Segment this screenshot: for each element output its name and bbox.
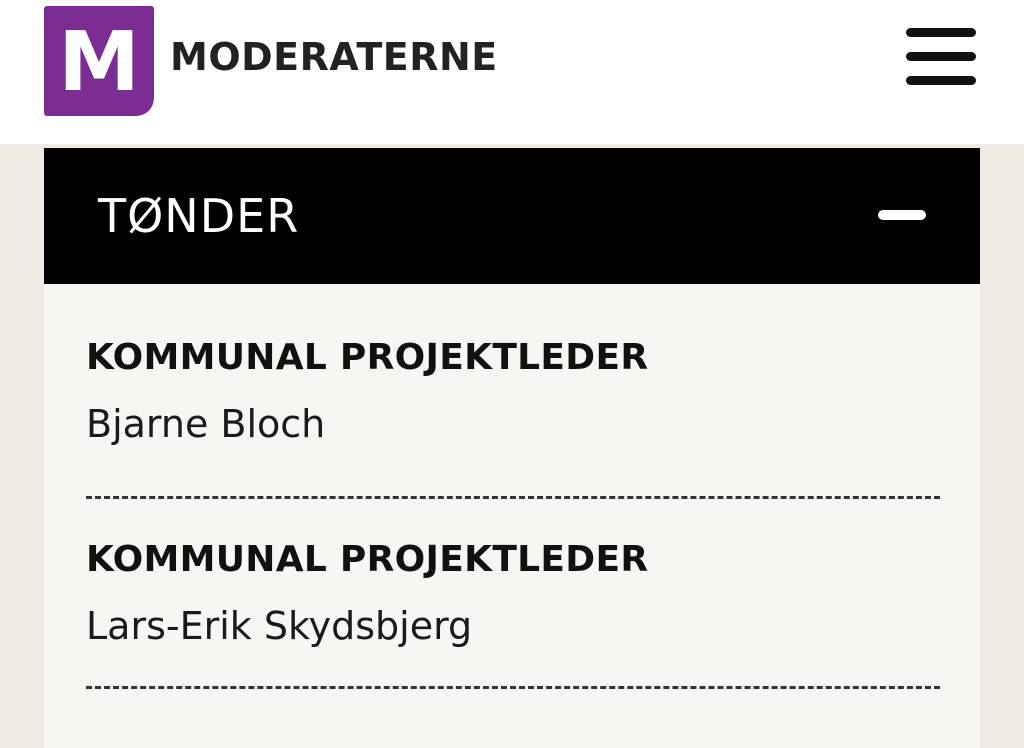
entry-name: Bjarne Bloch bbox=[86, 402, 326, 446]
hamburger-menu-icon[interactable] bbox=[906, 28, 976, 90]
minus-icon[interactable] bbox=[878, 210, 926, 220]
site-header: M MODERATERNE bbox=[0, 0, 1024, 144]
entry-name: Lars-Erik Skydsbjerg bbox=[86, 604, 473, 648]
logo-icon[interactable]: M bbox=[44, 6, 154, 116]
divider bbox=[86, 686, 940, 689]
brand-name[interactable]: MODERATERNE bbox=[170, 34, 498, 80]
entry-role: KOMMUNAL PROJEKTLEDER bbox=[86, 337, 649, 378]
divider bbox=[86, 496, 940, 499]
accordion-header-tonder[interactable]: TØNDER bbox=[44, 148, 980, 284]
accordion-panel: TØNDER KOMMUNAL PROJEKTLEDER Bjarne Bloc… bbox=[44, 148, 980, 748]
menu-bar-middle bbox=[906, 52, 976, 61]
accordion-title: TØNDER bbox=[98, 189, 300, 243]
entry-role: KOMMUNAL PROJEKTLEDER bbox=[86, 539, 649, 580]
menu-bar-bottom bbox=[906, 76, 976, 85]
list-item: KOMMUNAL PROJEKTLEDER Bjarne Bloch bbox=[86, 336, 940, 448]
logo-letter: M bbox=[58, 15, 140, 110]
list-item: KOMMUNAL PROJEKTLEDER Lars-Erik Skydsbje… bbox=[86, 538, 940, 650]
menu-bar-top bbox=[906, 28, 976, 37]
